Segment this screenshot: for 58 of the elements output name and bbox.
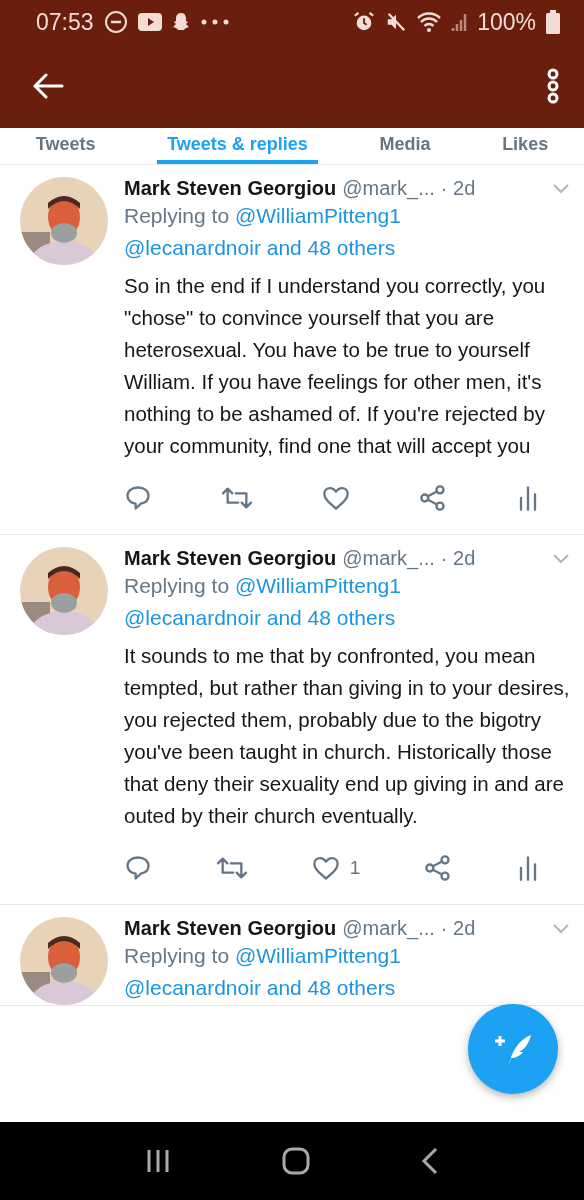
- mentions-link[interactable]: @lecanardnoir and 48 others: [124, 976, 396, 999]
- reply-button[interactable]: [124, 854, 152, 882]
- heart-icon: [322, 484, 350, 512]
- more-notifications-icon: [199, 18, 230, 26]
- recent-apps-icon: [145, 1148, 172, 1174]
- retweet-button[interactable]: [221, 484, 253, 512]
- mention-link[interactable]: @WilliamPitteng1: [234, 204, 401, 227]
- tweet-time: · 2d: [440, 917, 476, 940]
- author-handle: @mark_...: [342, 177, 435, 200]
- do-not-disturb-icon: [103, 10, 128, 34]
- battery-icon: [546, 10, 560, 34]
- profile-tab[interactable]: Tweets & replies: [157, 128, 318, 164]
- share-icon: [419, 484, 447, 512]
- mention-link[interactable]: @WilliamPitteng1: [234, 574, 401, 597]
- like-button[interactable]: [322, 484, 350, 512]
- retweet-button[interactable]: [215, 854, 248, 882]
- replying-label: Replying to: [124, 944, 230, 967]
- author-handle: @mark_...: [342, 917, 435, 940]
- battery-percentage: 100%: [477, 8, 536, 36]
- reply-icon: [124, 854, 152, 882]
- author-name[interactable]: Mark Steven Georgiou: [124, 917, 337, 940]
- more-icon: [546, 68, 560, 104]
- compose-tweet-button[interactable]: [468, 1004, 558, 1094]
- replying-label: Replying to: [124, 574, 230, 597]
- tweet-text: So in the end if I understand you correctly, you "chose" to convince yourself that you are heterosexual. You have to be true to yourself William. If you have feelings for other men, it's nothing to be ashamed of. If you're rejected by your community, find one that will accept you: [124, 273, 547, 459]
- home-icon: [282, 1147, 310, 1175]
- back-chevron-icon: [420, 1147, 439, 1175]
- author-handle: @mark_...: [342, 547, 435, 570]
- reply-button[interactable]: [124, 484, 152, 512]
- clock-time: 07:53: [36, 8, 94, 36]
- retweet-icon: [215, 854, 248, 882]
- heart-icon: [311, 854, 340, 882]
- tweet-time: · 2d: [440, 177, 476, 200]
- tweet-text: It sounds to me that by confronted, you mean tempted, but rather than giving in to your desires, you rejected them, probably due to the bigotry you've been taught in church. Historically those that deny their sexuality end up giving in and are outed by their church eventually.: [124, 643, 570, 829]
- share-button[interactable]: [419, 484, 447, 512]
- share-icon: [424, 854, 453, 882]
- mentions-link[interactable]: @lecanardnoir and 48 others: [124, 236, 396, 259]
- alarm-icon: [353, 11, 376, 33]
- profile-tab[interactable]: Media: [369, 128, 441, 164]
- video-app-icon: [137, 13, 162, 31]
- tweet-time: · 2d: [440, 547, 476, 570]
- profile-tab[interactable]: Tweets: [25, 128, 106, 164]
- mute-icon: [385, 11, 408, 33]
- mentions-link[interactable]: @lecanardnoir and 48 others: [124, 606, 396, 629]
- profile-tab[interactable]: Likes: [492, 128, 559, 164]
- signal-icon: [451, 11, 468, 33]
- back-arrow-icon: [32, 72, 64, 100]
- mention-link[interactable]: @WilliamPitteng1: [234, 944, 401, 967]
- ghost-icon: [171, 12, 190, 32]
- like-count: 1: [349, 857, 361, 879]
- replying-label: Replying to: [124, 204, 230, 227]
- author-name[interactable]: Mark Steven Georgiou: [124, 547, 337, 570]
- retweet-icon: [221, 484, 253, 512]
- share-button[interactable]: [424, 854, 453, 882]
- author-name[interactable]: Mark Steven Georgiou: [124, 177, 337, 200]
- wifi-icon: [417, 11, 442, 33]
- reply-icon: [124, 484, 152, 512]
- like-button[interactable]: 1: [311, 854, 361, 882]
